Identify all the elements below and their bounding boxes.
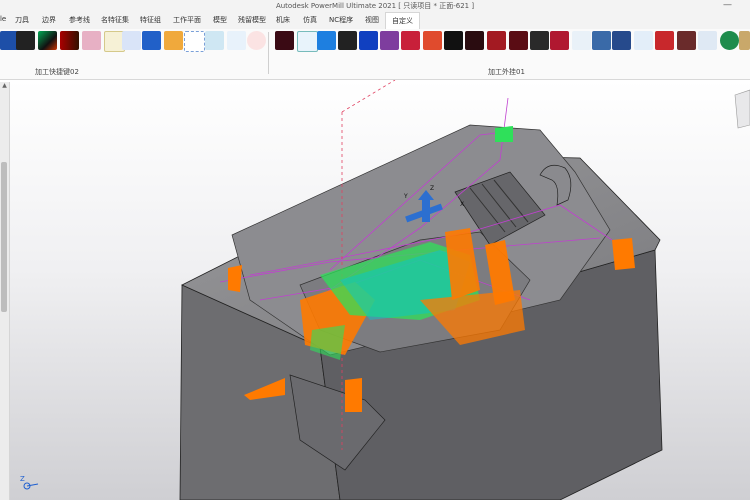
ribbon-plugin-icon[interactable] — [423, 31, 442, 50]
ribbon: 加工快捷键02 加工外挂01 — [0, 29, 750, 80]
ribbon-plugin-icon[interactable] — [592, 31, 611, 50]
scroll-up-arrow[interactable]: ▲ — [0, 82, 9, 91]
ribbon-plugin-icon[interactable] — [634, 31, 653, 50]
ribbon-plugin-icon[interactable] — [612, 31, 631, 50]
menu-customize[interactable]: 自定义 — [385, 12, 420, 29]
minimize-button[interactable]: — — [723, 0, 732, 10]
ribbon-plugin-icon[interactable] — [655, 31, 674, 50]
scroll-thumb[interactable] — [1, 162, 7, 312]
ribbon-plugin-icon[interactable] — [487, 31, 506, 50]
ribbon-tool-icon[interactable] — [184, 31, 205, 52]
ribbon-plugin-icon[interactable] — [465, 31, 484, 50]
ribbon-tool-icon[interactable] — [205, 31, 224, 50]
ribbon-plugin-icon[interactable] — [359, 31, 378, 50]
ribbon-tool-icon[interactable] — [122, 31, 141, 50]
title-bar: Autodesk PowerMill Ultimate 2021 [ 只读项目 … — [0, 0, 750, 12]
ribbon-plugin-icon[interactable] — [317, 31, 336, 50]
ribbon-plugin-icon[interactable] — [530, 31, 549, 50]
ribbon-tool-icon[interactable] — [82, 31, 101, 50]
ribbon-group-label-left: 加工快捷键02 — [35, 68, 79, 76]
ribbon-group-divider — [268, 32, 269, 74]
svg-text:Z: Z — [20, 475, 25, 483]
svg-text:Y: Y — [403, 193, 408, 200]
ribbon-tool-icon[interactable] — [16, 31, 35, 50]
ribbon-plugin-icon[interactable] — [338, 31, 357, 50]
menu-stock-model[interactable]: 残留模型 — [238, 15, 266, 25]
ribbon-group-label-right: 加工外挂01 — [488, 68, 525, 76]
menu-feature-group[interactable]: 特征组 — [140, 15, 161, 25]
ribbon-plugin-icon[interactable] — [297, 31, 318, 52]
ribbon-plugin-icon[interactable] — [380, 31, 399, 50]
menu-file[interactable]: ile — [0, 15, 6, 23]
tool-axis-line — [341, 80, 396, 113]
ribbon-plugin-icon[interactable] — [275, 31, 294, 50]
ribbon-tool-icon[interactable] — [38, 31, 57, 50]
menu-nc-program[interactable]: NC程序 — [329, 15, 353, 25]
model-view: Y Z X — [179, 80, 750, 500]
menu-model[interactable]: 模型 — [213, 15, 227, 25]
ribbon-plugin-icon[interactable] — [550, 31, 569, 50]
view-cube[interactable] — [734, 89, 750, 129]
ribbon-tool-icon[interactable] — [227, 31, 246, 50]
menu-feature-set[interactable]: 名特征集 — [101, 15, 129, 25]
vertical-scrollbar[interactable]: ▲ — [0, 82, 10, 500]
menu-workplane[interactable]: 工作平面 — [173, 15, 201, 25]
z-axis-icon: Z — [18, 472, 42, 492]
graphics-viewport[interactable]: Y Z X Z — [0, 80, 750, 500]
ribbon-plugin-icon[interactable] — [401, 31, 420, 50]
ribbon-tool-icon[interactable] — [60, 31, 79, 50]
menu-view[interactable]: 视图 — [365, 15, 379, 25]
ribbon-tool-icon[interactable] — [247, 31, 266, 50]
window-title: Autodesk PowerMill Ultimate 2021 [ 只读项目 … — [275, 2, 475, 10]
svg-text:Z: Z — [430, 185, 434, 192]
menu-machine[interactable]: 机床 — [276, 15, 290, 25]
ribbon-tool-icon[interactable] — [164, 31, 183, 50]
ribbon-plugin-icon[interactable] — [444, 31, 463, 50]
menu-tools[interactable]: 刀具 — [15, 15, 29, 25]
ribbon-plugin-icon[interactable] — [698, 31, 717, 50]
ribbon-plugin-icon[interactable] — [677, 31, 696, 50]
svg-text:X: X — [460, 201, 464, 208]
ribbon-plugin-icon[interactable] — [572, 31, 591, 50]
ribbon-tool-icon[interactable] — [142, 31, 161, 50]
ribbon-plugin-icon[interactable] — [720, 31, 739, 50]
menu-simulation[interactable]: 仿真 — [303, 15, 317, 25]
ribbon-plugin-icon[interactable] — [739, 31, 750, 50]
ribbon-plugin-icon[interactable] — [509, 31, 528, 50]
menu-bar: ile 刀具 边界 参考线 名特征集 特征组 工作平面 模型 残留模型 机床 仿… — [0, 12, 750, 29]
menu-boundary[interactable]: 边界 — [42, 15, 56, 25]
menu-reference-line[interactable]: 参考线 — [69, 15, 90, 25]
